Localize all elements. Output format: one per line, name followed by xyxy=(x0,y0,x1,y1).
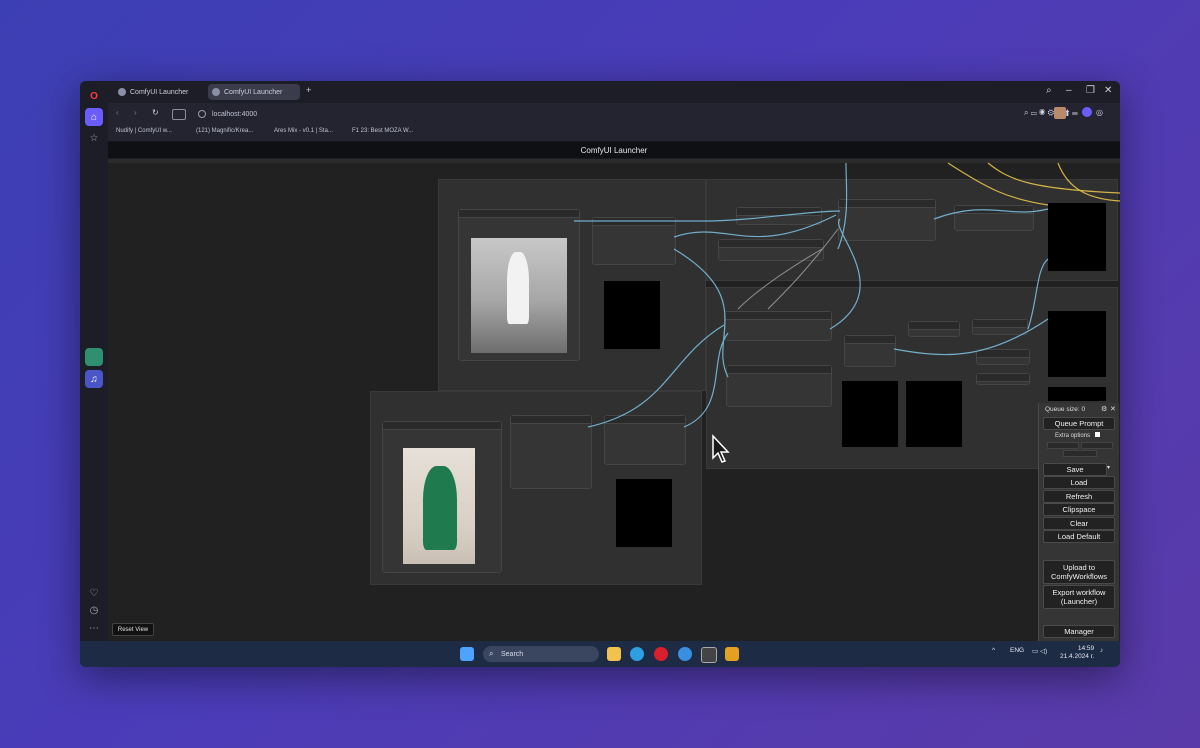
save-button[interactable]: Save xyxy=(1043,463,1107,476)
reload-icon[interactable]: ↻ xyxy=(152,108,159,117)
vpn-icon[interactable]: ◎ xyxy=(1096,108,1103,117)
queue-size-label: Queue size: 0 xyxy=(1045,406,1086,413)
mouse-cursor-icon xyxy=(712,434,730,463)
tab-bar: ComfyUI Launcher ComfyUI Launcher + ⌕ – … xyxy=(108,81,1120,103)
bookmarks-bar: Nudify | ComfyUI w... (121) Magnific/Kre… xyxy=(108,125,1120,142)
tab-label: ComfyUI Launcher xyxy=(224,88,283,96)
network-icon[interactable]: ▭ ◁) xyxy=(1032,647,1047,655)
history-icon[interactable]: ◷ xyxy=(85,601,103,619)
node-graph-canvas[interactable]: Reset View xyxy=(108,159,1120,641)
search-tabs-icon[interactable]: ⌕ xyxy=(1046,85,1052,96)
globe-icon xyxy=(212,88,220,96)
avatar[interactable] xyxy=(1054,107,1066,119)
bookmark-item[interactable]: Ares Mix - v0.1 | Sta... xyxy=(274,128,333,134)
export-workflow-button[interactable]: Export workflow (Launcher) xyxy=(1043,585,1115,609)
more-icon[interactable]: ⋯ xyxy=(85,619,103,637)
browser-sidebar: O ⌂ ☆ ♫ ♡ ◷ ⋯ xyxy=(80,81,108,641)
tab[interactable]: ComfyUI Launcher xyxy=(114,84,202,100)
new-tab-button[interactable]: + xyxy=(306,85,311,95)
restore-icon[interactable]: ❐ xyxy=(1086,85,1095,96)
sidebar-music-icon[interactable]: ♫ xyxy=(85,370,103,388)
heart-icon[interactable]: ♡ xyxy=(85,584,103,602)
search-icon: ⌕ xyxy=(489,649,494,658)
clock[interactable]: 14:59 21.4.2024 г. xyxy=(1060,645,1094,661)
close-menu-icon[interactable]: ✕ xyxy=(1110,405,1116,413)
upload-comfyworkflows-button[interactable]: Upload to ComfyWorkflows xyxy=(1043,560,1115,584)
search-placeholder: Search xyxy=(501,650,524,658)
view-history-button[interactable] xyxy=(1081,442,1113,449)
browser-window: O ⌂ ☆ ♫ ♡ ◷ ⋯ ComfyUI Launcher ComfyUI L… xyxy=(80,81,1120,667)
bookmark-item[interactable]: Nudify | ComfyUI w... xyxy=(116,128,172,134)
page-title: ComfyUI Launcher xyxy=(108,142,1120,158)
aria-icon[interactable] xyxy=(1082,107,1092,117)
forward-icon[interactable]: › xyxy=(134,108,137,117)
queue-prompt-button[interactable]: Queue Prompt xyxy=(1043,417,1115,430)
opera-icon[interactable]: O xyxy=(85,87,103,105)
clear-button[interactable]: Clear xyxy=(1043,517,1115,530)
tray-overflow-icon[interactable]: ^ xyxy=(992,647,995,654)
chat-app-icon[interactable] xyxy=(678,647,692,661)
terminal-icon[interactable] xyxy=(701,647,717,663)
save-dropdown-icon[interactable]: ▾ xyxy=(1107,464,1110,471)
extra-options-label: Extra options xyxy=(1055,432,1100,439)
windows-icon[interactable] xyxy=(460,647,474,661)
file-explorer-icon[interactable] xyxy=(607,647,621,661)
url-text: localhost:4000 xyxy=(212,110,258,118)
manager-button[interactable]: Manager xyxy=(1043,625,1115,638)
app-icon[interactable] xyxy=(725,647,739,661)
comfy-menu: Queue size: 0 ⚙ ✕ Queue Prompt Extra opt… xyxy=(1038,403,1119,641)
bookmark-item[interactable]: (121) Magnific/Krea... xyxy=(196,128,253,134)
close-icon[interactable]: ✕ xyxy=(1104,85,1112,96)
load-button[interactable]: Load xyxy=(1043,476,1115,489)
extra-options-checkbox[interactable] xyxy=(1094,432,1100,437)
node-links xyxy=(574,162,1120,428)
back-icon[interactable]: ‹ xyxy=(116,108,119,117)
tab-label: ComfyUI Launcher xyxy=(130,88,189,96)
site-info-icon xyxy=(198,110,206,118)
url-field[interactable]: localhost:4000 xyxy=(198,107,958,121)
language-indicator[interactable]: ENG xyxy=(1010,647,1024,654)
refresh-button[interactable]: Refresh xyxy=(1043,490,1115,503)
clock-date: 21.4.2024 г. xyxy=(1060,653,1095,660)
notification-bell-icon[interactable]: ♪ xyxy=(1100,647,1103,654)
address-bar: ‹ › ↻ localhost:4000 ⌕ ▭ ◉ ⚙ ♡ ⬆ ☰ ◎ xyxy=(108,103,1120,125)
extensions-icon[interactable]: ⌕ ▭ ◉ ⚙ ♡ ⬆ ☰ xyxy=(1024,108,1078,118)
opera-taskbar-icon[interactable] xyxy=(654,647,668,661)
clipspace-button[interactable]: Clipspace xyxy=(1043,503,1115,516)
sidebar-app-icon[interactable] xyxy=(85,348,103,366)
windows-taskbar: ⌕ Search ^ ENG ▭ ◁) 14:59 21.4.2024 г. ♪ xyxy=(80,641,1120,667)
edge-icon[interactable] xyxy=(630,647,644,661)
clock-time: 14:59 xyxy=(1077,645,1095,652)
taskbar-search[interactable]: ⌕ Search xyxy=(483,646,599,662)
minimize-icon[interactable]: – xyxy=(1066,85,1072,96)
view-queue-button[interactable] xyxy=(1047,442,1079,449)
settings-gear-icon[interactable]: ⚙ xyxy=(1101,405,1107,413)
globe-icon xyxy=(118,88,126,96)
home-icon[interactable]: ⌂ xyxy=(85,108,103,126)
star-icon[interactable]: ☆ xyxy=(85,129,103,147)
queue-front-button[interactable] xyxy=(1063,450,1097,457)
reset-view-button[interactable]: Reset View xyxy=(112,623,154,636)
speed-dial-icon[interactable] xyxy=(172,109,186,120)
tab-active[interactable]: ComfyUI Launcher xyxy=(208,84,300,100)
bookmark-item[interactable]: F1 23: Best MOZA W... xyxy=(352,128,413,134)
load-default-button[interactable]: Load Default xyxy=(1043,530,1115,543)
